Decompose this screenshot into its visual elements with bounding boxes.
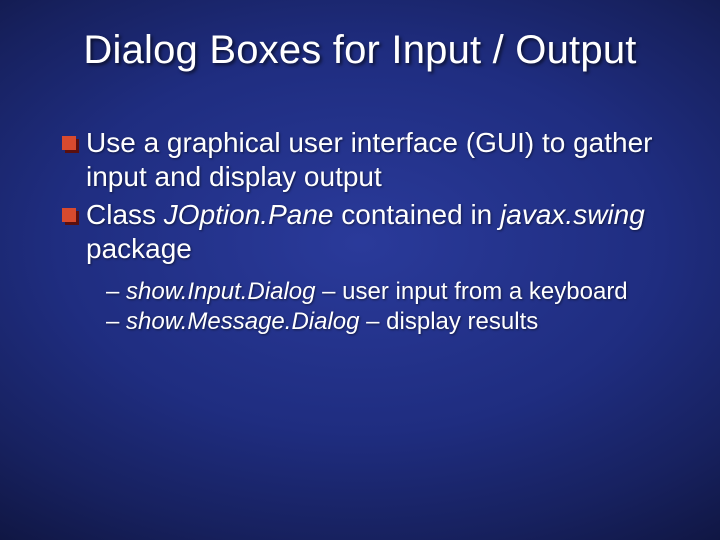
dash: – [106, 308, 126, 335]
text-fragment: package [86, 233, 192, 264]
package-name: javax.swing [500, 199, 645, 230]
bullet-item: Use a graphical user interface (GUI) to … [62, 126, 680, 194]
class-name: JOption.Pane [164, 199, 334, 230]
slide-content: Use a graphical user interface (GUI) to … [62, 126, 680, 338]
separator: – [315, 278, 342, 305]
description: user input from a keyboard [342, 278, 627, 305]
sub-item: – show.Input.Dialog – user input from a … [106, 277, 680, 308]
bullet-icon [62, 136, 76, 150]
text-fragment: Class [86, 199, 164, 230]
dash: – [106, 278, 126, 305]
method-name: show.Message.Dialog [126, 308, 359, 335]
sub-list: – show.Input.Dialog – user input from a … [106, 277, 680, 338]
bullet-text: Class JOption.Pane contained in javax.sw… [86, 198, 680, 266]
slide-title: Dialog Boxes for Input / Output [0, 28, 720, 73]
sub-item: – show.Message.Dialog – display results [106, 307, 680, 338]
bullet-icon [62, 208, 76, 222]
bullet-item: Class JOption.Pane contained in javax.sw… [62, 198, 680, 266]
text-fragment: contained in [333, 199, 500, 230]
method-name: show.Input.Dialog [126, 278, 315, 305]
description: display results [386, 308, 538, 335]
separator: – [359, 308, 386, 335]
bullet-text: Use a graphical user interface (GUI) to … [86, 126, 680, 194]
slide: Dialog Boxes for Input / Output Use a gr… [0, 0, 720, 540]
